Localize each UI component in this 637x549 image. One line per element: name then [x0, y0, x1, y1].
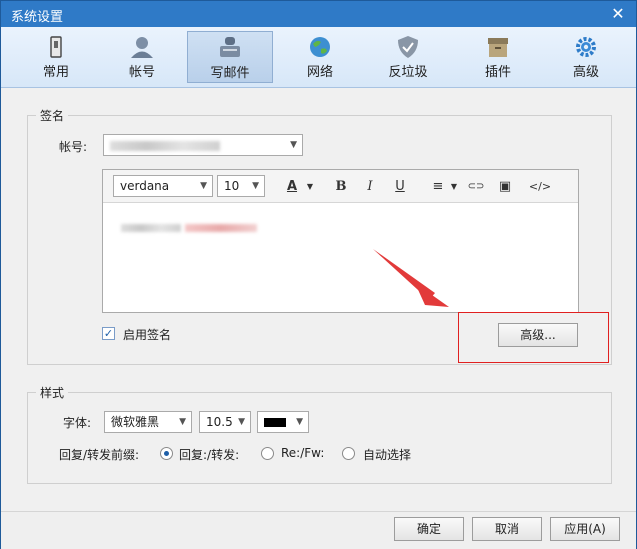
- style-group-title: 样式: [36, 384, 69, 401]
- close-icon[interactable]: ✕: [608, 4, 628, 24]
- font-color-dropdown-icon[interactable]: ▼: [301, 178, 319, 196]
- tab-label: 网络: [306, 65, 333, 80]
- style-size-select[interactable]: 10.5 ▼: [199, 411, 251, 433]
- account-select[interactable]: ▼: [103, 134, 303, 156]
- font-color-icon[interactable]: A: [283, 178, 301, 196]
- window-title: 系统设置: [11, 10, 64, 25]
- highlight-box: [458, 312, 609, 363]
- prefix-option-auto-label: 自动选择: [363, 448, 412, 462]
- bold-icon[interactable]: B: [332, 178, 350, 196]
- gear-icon: [576, 37, 596, 57]
- globe-icon: [310, 37, 330, 57]
- enable-signature-label: 启用签名: [123, 328, 172, 342]
- tab-antispam[interactable]: 反垃圾: [365, 31, 451, 83]
- prefix-option-english-label: Re:/Fw:: [281, 446, 325, 460]
- tab-label: 插件: [484, 65, 511, 80]
- style-color-select[interactable]: ▼: [257, 411, 309, 433]
- chevron-down-icon: ▼: [200, 181, 207, 191]
- style-font-value: 微软雅黑: [111, 415, 160, 429]
- prefix-option-auto-radio[interactable]: [342, 447, 355, 460]
- prefix-option-chinese-label: 回复:/转发:: [179, 448, 240, 462]
- prefix-option-chinese-radio[interactable]: [160, 447, 173, 460]
- apply-button[interactable]: 应用(A): [550, 517, 620, 541]
- tab-advanced[interactable]: 高级: [543, 31, 629, 83]
- style-size-value: 10.5: [206, 415, 233, 429]
- account-label: 帐号:: [59, 140, 88, 154]
- account-value-redacted: [110, 140, 220, 151]
- tab-general[interactable]: 常用: [13, 31, 99, 83]
- signature-group-title: 签名: [36, 107, 69, 124]
- chevron-down-icon: ▼: [179, 417, 186, 427]
- tab-network[interactable]: 网络: [277, 31, 363, 83]
- link-icon[interactable]: ⊂⊃: [467, 178, 485, 196]
- title-bar: 系统设置 ✕: [1, 1, 636, 27]
- signature-editor[interactable]: verdana ▼ 10 ▼ A ▼ B I U ≡ ▼ ⊂⊃ ▣ </>: [102, 169, 579, 313]
- align-dropdown-icon[interactable]: ▼: [445, 178, 463, 196]
- tab-label: 常用: [42, 65, 69, 80]
- image-icon[interactable]: ▣: [496, 178, 514, 196]
- prefix-option-english-radio[interactable]: [261, 447, 274, 460]
- chevron-down-icon: ▼: [296, 417, 303, 427]
- chevron-down-icon: ▼: [252, 181, 259, 191]
- editor-toolbar: verdana ▼ 10 ▼ A ▼ B I U ≡ ▼ ⊂⊃ ▣ </>: [103, 170, 578, 203]
- annotation-arrow-icon: [373, 249, 449, 307]
- settings-tabbar: 常用 帐号 写邮件 网络 反垃圾 插件 高级: [1, 27, 636, 88]
- tab-account[interactable]: 帐号: [99, 31, 185, 83]
- box-icon: [488, 38, 508, 57]
- tab-compose[interactable]: 写邮件: [187, 31, 273, 83]
- shield-icon: [398, 36, 418, 58]
- chevron-down-icon: ▼: [238, 417, 245, 427]
- editor-font-select[interactable]: verdana ▼: [113, 175, 213, 197]
- editor-size-select[interactable]: 10 ▼: [217, 175, 265, 197]
- editor-font-value: verdana: [120, 179, 170, 193]
- phone-icon: [50, 36, 62, 58]
- tab-label: 高级: [572, 65, 599, 80]
- font-label: 字体:: [63, 416, 92, 430]
- user-icon: [131, 37, 153, 58]
- editor-size-value: 10: [224, 179, 240, 193]
- color-swatch: [264, 418, 286, 427]
- cancel-button[interactable]: 取消: [472, 517, 542, 541]
- compose-icon: [220, 37, 240, 57]
- tab-plugins[interactable]: 插件: [455, 31, 541, 83]
- settings-window: 系统设置 ✕ 常用 帐号 写邮件 网络 反垃圾 插件 高级 签名 帐号: ▼ v…: [0, 0, 637, 549]
- italic-icon[interactable]: I: [361, 178, 379, 196]
- enable-signature-checkbox[interactable]: ✓: [102, 327, 115, 340]
- underline-icon[interactable]: U: [391, 178, 409, 196]
- style-font-select[interactable]: 微软雅黑 ▼: [104, 411, 192, 433]
- ok-button[interactable]: 确定: [394, 517, 464, 541]
- tab-label: 帐号: [128, 65, 155, 80]
- prefix-label: 回复/转发前缀:: [59, 448, 140, 462]
- tab-label: 反垃圾: [388, 65, 428, 80]
- style-group: 样式: [27, 384, 612, 484]
- html-code-icon[interactable]: </>: [527, 178, 553, 196]
- tab-label: 写邮件: [210, 66, 250, 81]
- chevron-down-icon: ▼: [290, 140, 297, 150]
- signature-content-redacted: [121, 220, 257, 234]
